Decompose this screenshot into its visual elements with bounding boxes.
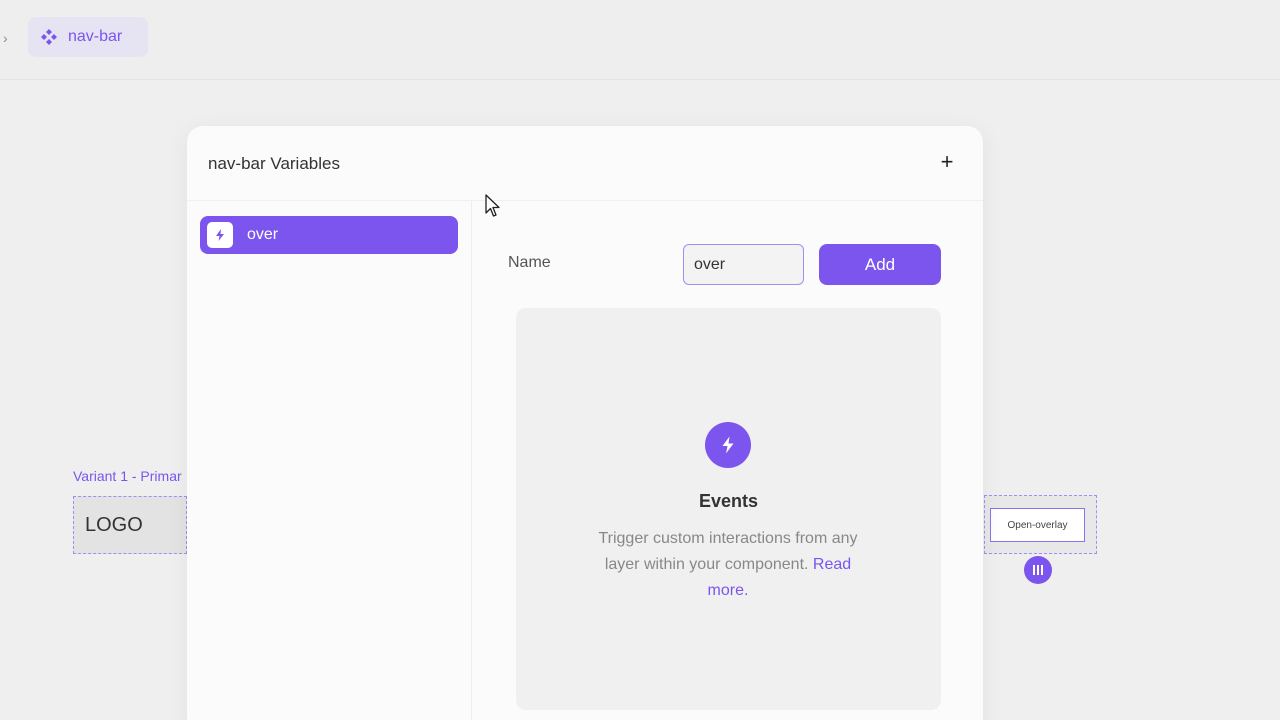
events-title: Events <box>698 491 759 511</box>
open-overlay-button[interactable]: Open-overlay <box>990 508 1085 542</box>
variables-modal: nav-bar Variables + over Name Add Events… <box>187 126 983 720</box>
top-bar: › nav-bar <box>0 0 1280 80</box>
name-input[interactable] <box>683 244 804 285</box>
logo-frame[interactable]: LOGO <box>73 496 187 554</box>
drag-handle-icon[interactable] <box>1024 556 1052 584</box>
variant-label[interactable]: Variant 1 - Primar <box>73 468 187 488</box>
sidebar-divider <box>471 201 472 720</box>
events-description: Trigger custom interactions from any lay… <box>598 526 858 604</box>
modal-title: nav-bar Variables <box>208 154 340 173</box>
component-breadcrumb[interactable]: nav-bar <box>28 17 148 57</box>
events-lightning-icon <box>705 422 751 468</box>
component-icon <box>41 29 57 45</box>
chevron-right-icon[interactable]: › <box>3 28 15 48</box>
logo-text: LOGO <box>85 513 143 536</box>
header-divider <box>187 200 983 201</box>
variable-item-label: over <box>247 226 279 243</box>
lightning-icon <box>207 222 233 248</box>
mouse-cursor-icon <box>485 194 500 217</box>
name-label: Name <box>508 254 551 271</box>
variable-item-over[interactable]: over <box>200 216 458 254</box>
add-button[interactable]: Add <box>819 244 941 285</box>
add-variable-button[interactable]: + <box>935 148 959 176</box>
breadcrumb-label: nav-bar <box>68 28 123 45</box>
events-card: Events Trigger custom interactions from … <box>516 308 941 710</box>
